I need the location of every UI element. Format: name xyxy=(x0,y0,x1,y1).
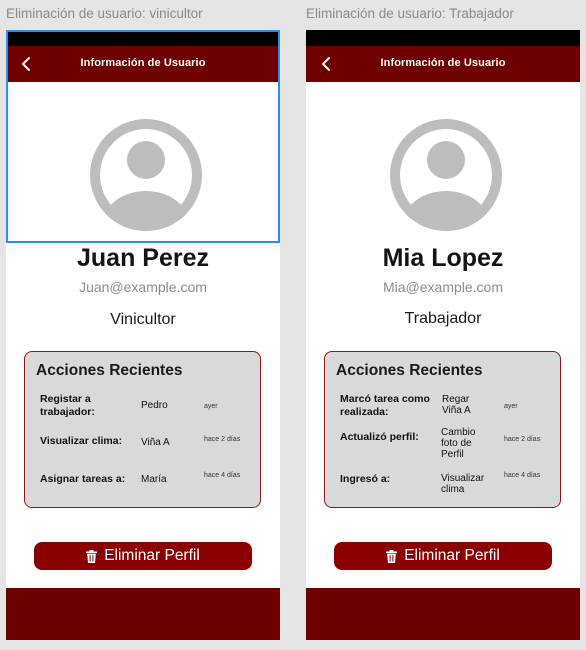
action-value: Cambio foto de Perfil xyxy=(441,427,476,460)
recent-actions-title: Acciones Recientes xyxy=(336,362,483,379)
action-time: hace 4 días xyxy=(504,472,541,479)
user-avatar-icon xyxy=(390,119,502,231)
action-label: Marcó tarea como realizada: xyxy=(340,393,430,418)
status-bar xyxy=(6,30,280,46)
trash-icon xyxy=(86,549,98,563)
screen-vinicultor: Información de Usuario Juan Perez Juan@e… xyxy=(6,30,280,640)
user-email: Mia@example.com xyxy=(382,279,504,295)
app-bar: Información de Usuario xyxy=(6,46,280,82)
action-time: ayer xyxy=(504,403,518,410)
delete-profile-label: Eliminar Perfil xyxy=(104,547,200,564)
app-bar: Información de Usuario xyxy=(306,46,580,82)
bottom-bar xyxy=(306,588,580,640)
trash-icon xyxy=(386,549,398,563)
user-role: Trabajador xyxy=(404,310,482,327)
action-value: Regar Viña A xyxy=(442,394,471,416)
action-value: Visualizar clima xyxy=(441,473,485,495)
bottom-bar xyxy=(6,588,280,640)
action-time: ayer xyxy=(204,403,218,410)
action-value: Pedro xyxy=(141,400,168,411)
recent-actions-card: Acciones Recientes Marcó tarea como real… xyxy=(324,351,561,508)
app-bar-title: Información de Usuario xyxy=(380,57,506,69)
app-bar-title: Información de Usuario xyxy=(80,57,206,69)
recent-actions-title: Acciones Recientes xyxy=(36,362,183,379)
screen-trabajador: Información de Usuario Mia Lopez Mia@exa… xyxy=(306,30,580,640)
user-avatar-icon xyxy=(90,119,202,231)
frame-label-trabajador: Eliminación de usuario: Trabajador xyxy=(306,6,514,21)
action-time: hace 4 días xyxy=(204,472,241,479)
action-label: Ingresó a: xyxy=(340,473,391,485)
action-value: María xyxy=(141,474,167,485)
recent-actions-card: Acciones Recientes Registar a trabajador… xyxy=(24,351,261,508)
user-email: Juan@example.com xyxy=(79,279,207,295)
action-label: Asignar tareas a: xyxy=(40,473,126,485)
status-bar xyxy=(306,30,580,46)
user-role: Vinicultor xyxy=(110,311,176,328)
action-time: hace 2 días xyxy=(204,436,241,443)
action-time: hace 2 días xyxy=(504,436,541,443)
action-label: Visualizar clima: xyxy=(40,435,123,447)
user-name: Mia Lopez xyxy=(382,244,504,272)
action-label: Registar a trabajador: xyxy=(40,393,95,418)
user-name: Juan Perez xyxy=(76,244,209,272)
action-label: Actualizó perfil: xyxy=(340,431,419,443)
delete-profile-label: Eliminar Perfil xyxy=(404,547,500,564)
delete-profile-button[interactable]: Eliminar Perfil xyxy=(334,542,552,570)
delete-profile-button[interactable]: Eliminar Perfil xyxy=(34,542,252,570)
action-value: Viña A xyxy=(141,437,170,448)
frame-label-vinicultor: Eliminación de usuario: vinicultor xyxy=(6,6,203,21)
